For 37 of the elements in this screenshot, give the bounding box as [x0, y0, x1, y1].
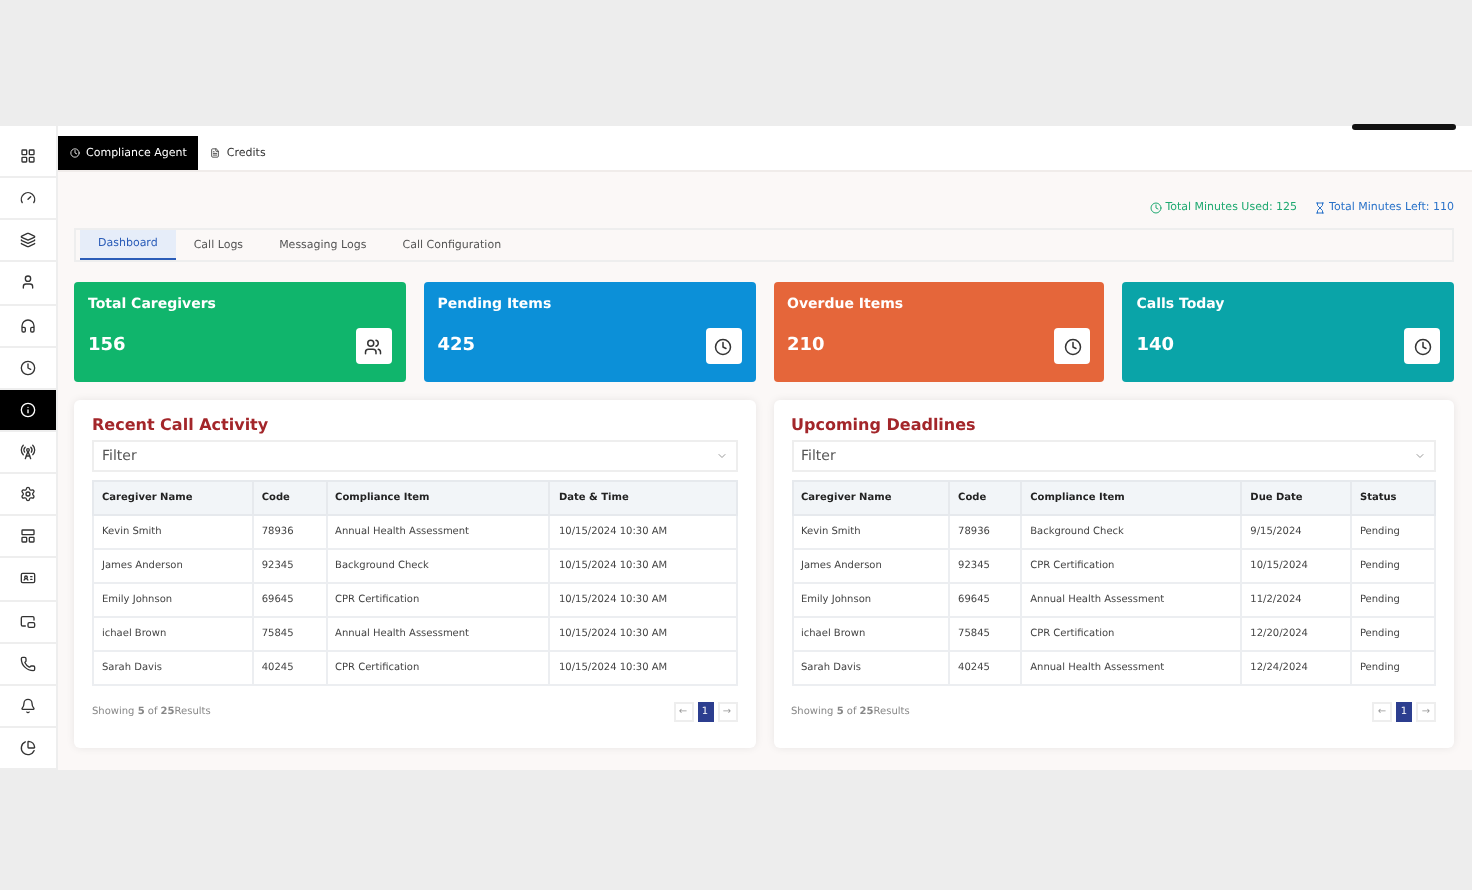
chevron-icon — [715, 450, 727, 462]
headset-icon — [20, 317, 36, 334]
clock-icon — [1149, 202, 1162, 214]
user-icon — [20, 274, 36, 291]
chevron-icon — [1414, 450, 1426, 462]
id-card-icon — [20, 570, 36, 587]
settings-icon — [20, 486, 36, 503]
grid-icon — [20, 148, 36, 165]
bell-icon — [20, 697, 36, 714]
layers-icon — [20, 232, 36, 249]
card-icon-button[interactable] — [355, 328, 392, 364]
phone-icon — [20, 655, 36, 672]
hourglass-icon — [1313, 202, 1326, 214]
gauge-icon — [20, 190, 36, 207]
card-value: 156 — [88, 336, 126, 356]
clock-icon — [20, 359, 36, 376]
panel-title: Upcoming Deadlines — [791, 416, 978, 434]
clock-icon — [1413, 337, 1431, 355]
document-icon — [210, 148, 221, 158]
card-value: 425 — [437, 336, 476, 356]
clock-icon — [714, 337, 732, 355]
card-icon-button[interactable] — [1054, 328, 1091, 364]
card-icon-button[interactable] — [705, 328, 741, 364]
pie-chart-icon — [20, 740, 36, 757]
card-icon-button[interactable] — [1404, 328, 1440, 364]
sidebar-item[interactable] — [0, 389, 56, 432]
card-value: 210 — [787, 336, 825, 356]
users-icon — [364, 337, 383, 355]
window-icon — [20, 613, 36, 630]
info-icon — [20, 401, 36, 418]
antenna-icon — [20, 444, 36, 461]
layout-icon — [20, 528, 36, 545]
card-value: 140 — [1136, 336, 1175, 356]
clock-icon — [70, 148, 80, 158]
panel-title: Recent Call Activity — [92, 416, 271, 434]
clock-icon — [1063, 337, 1082, 355]
window-handle — [1352, 124, 1456, 130]
